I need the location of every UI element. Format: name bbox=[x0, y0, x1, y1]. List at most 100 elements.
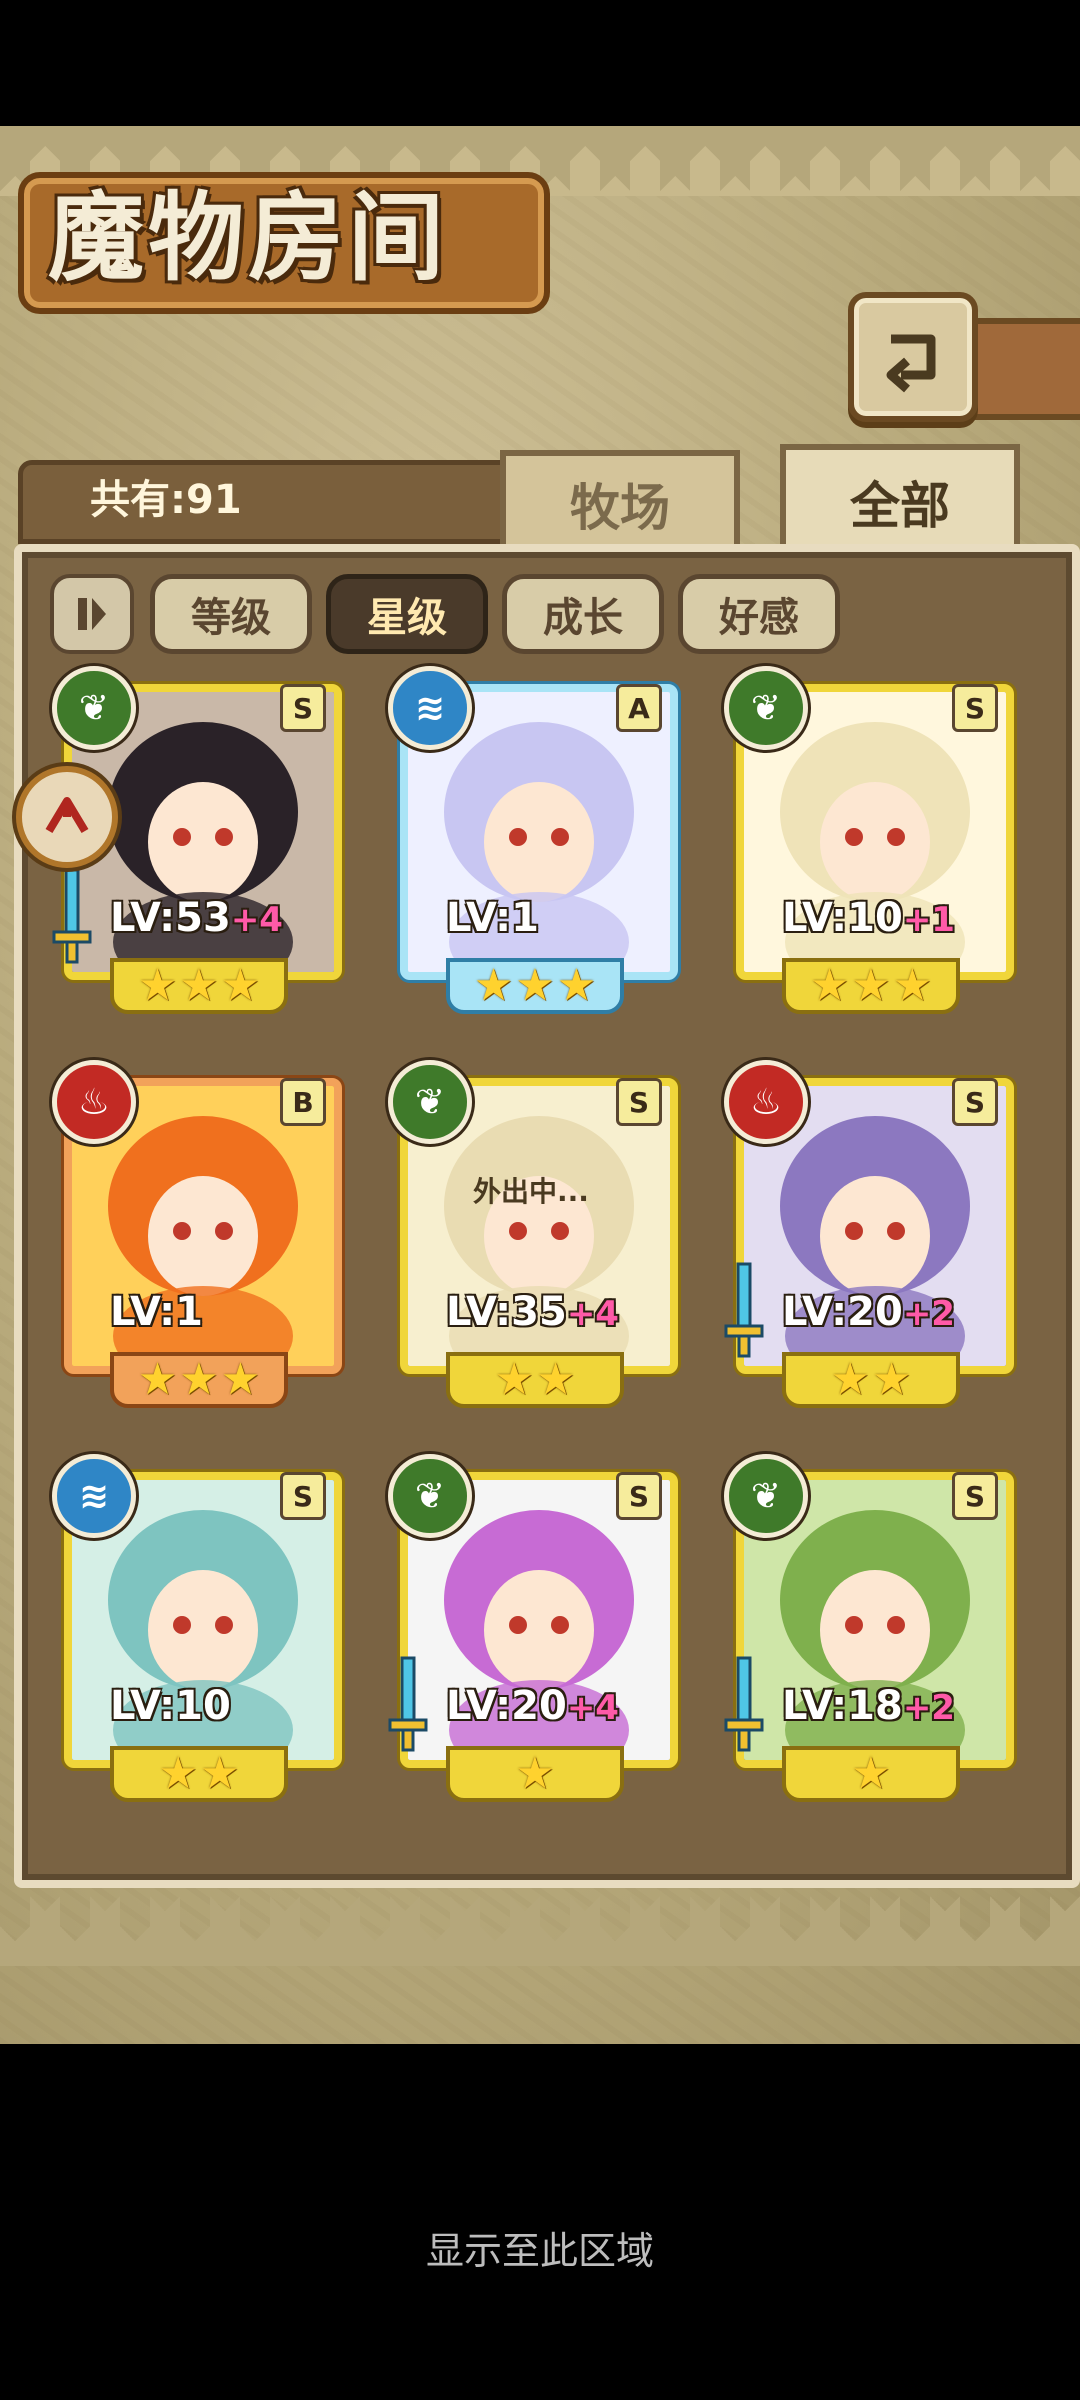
level-value: LV:10 bbox=[782, 895, 903, 941]
level-value: LV:1 bbox=[110, 1289, 203, 1335]
level-bonus: +4 bbox=[566, 1294, 619, 1334]
level-label: LV:53+4 bbox=[110, 892, 283, 944]
level-label: LV:10+1 bbox=[782, 892, 955, 944]
level-value: LV:10 bbox=[110, 1683, 231, 1729]
star-icon: ★ bbox=[851, 1748, 891, 1799]
star-icon: ★ bbox=[872, 1354, 912, 1405]
star-icon: ★ bbox=[158, 1748, 198, 1799]
star-icon: ★ bbox=[830, 1354, 870, 1405]
level-label: LV:18+2 bbox=[782, 1680, 955, 1732]
star-icon: ★ bbox=[494, 1354, 534, 1405]
level-bonus: +4 bbox=[230, 900, 283, 940]
back-return-icon bbox=[886, 334, 936, 393]
level-value: LV:1 bbox=[446, 895, 539, 941]
star-icon: ★ bbox=[515, 1748, 555, 1799]
filter-affection-button[interactable]: 好感 bbox=[678, 574, 840, 654]
star-icon: ★ bbox=[179, 1354, 219, 1405]
level-label: LV:1 bbox=[110, 1286, 203, 1338]
star-icon: ★ bbox=[220, 960, 261, 1011]
star-rating: ★ ★ bbox=[446, 1352, 624, 1408]
level-label: LV:20+2 bbox=[782, 1286, 955, 1338]
back-button[interactable] bbox=[848, 292, 978, 422]
filter-growth-button[interactable]: 成长 bbox=[502, 574, 664, 654]
star-icon: ★ bbox=[137, 1354, 178, 1405]
level-label: LV:35+4 bbox=[446, 1286, 619, 1338]
level-label: LV:20+4 bbox=[446, 1680, 619, 1732]
star-rating: ★ bbox=[782, 1746, 960, 1802]
level-label: LV:1 bbox=[446, 892, 539, 944]
rank-badge: S bbox=[952, 1472, 998, 1520]
star-rating: ★ bbox=[446, 1746, 624, 1802]
star-rating: ★ ★ bbox=[782, 1352, 960, 1408]
tab-all[interactable]: 全部 bbox=[780, 444, 1020, 554]
level-bonus: +1 bbox=[902, 900, 955, 940]
star-icon: ★ bbox=[536, 1354, 576, 1405]
level-value: LV:20 bbox=[782, 1289, 903, 1335]
hook-badge-icon bbox=[45, 797, 89, 834]
star-icon: ★ bbox=[137, 960, 178, 1011]
leaf-element-icon: ❦ bbox=[52, 666, 136, 750]
away-status-label: 外出中... bbox=[473, 1175, 589, 1208]
star-icon: ★ bbox=[809, 960, 850, 1011]
star-rating: ★ ★ ★ bbox=[110, 1352, 288, 1408]
pause-toggle-button[interactable] bbox=[50, 574, 134, 654]
level-label: LV:10 bbox=[110, 1680, 231, 1732]
sword-icon bbox=[724, 1262, 764, 1358]
level-bonus: +4 bbox=[566, 1688, 619, 1728]
rank-badge: S bbox=[280, 1472, 326, 1520]
tab-ranch[interactable]: 牧场 bbox=[500, 450, 740, 552]
star-icon: ★ bbox=[515, 960, 555, 1011]
fire-element-icon: ♨ bbox=[52, 1060, 136, 1144]
leaf-element-icon: ❦ bbox=[724, 666, 808, 750]
monster-count: 共有:91 bbox=[90, 477, 242, 523]
level-value: LV:35 bbox=[446, 1289, 567, 1335]
sword-icon bbox=[724, 1656, 764, 1752]
star-rating: ★ ★ ★ bbox=[782, 958, 960, 1014]
torn-paper-bottom bbox=[0, 1886, 1080, 1966]
monster-card[interactable]: ≋ S LV:10 ★ ★ bbox=[50, 1454, 342, 1802]
monster-card[interactable]: ♨ B LV:1 ★ ★ ★ bbox=[50, 1060, 342, 1408]
display-area-hint: 显示至此区域 bbox=[425, 2229, 654, 2273]
monster-card[interactable]: ≋ A LV:1 ★ ★ ★ bbox=[386, 666, 678, 1014]
star-icon: ★ bbox=[200, 1748, 240, 1799]
level-bonus: +2 bbox=[902, 1294, 955, 1334]
star-icon: ★ bbox=[892, 960, 933, 1011]
filter-star-button[interactable]: 星级 bbox=[326, 574, 488, 654]
star-icon: ★ bbox=[179, 960, 219, 1011]
monster-card[interactable]: ♨ S LV:20+2 ★ ★ bbox=[722, 1060, 1014, 1408]
fire-element-icon: ♨ bbox=[724, 1060, 808, 1144]
star-icon: ★ bbox=[556, 960, 597, 1011]
rank-badge: S bbox=[280, 684, 326, 732]
rank-badge: S bbox=[616, 1078, 662, 1126]
star-icon: ★ bbox=[473, 960, 514, 1011]
rank-badge: S bbox=[616, 1472, 662, 1520]
hook-badge-button[interactable] bbox=[16, 766, 118, 868]
sword-icon bbox=[388, 1656, 428, 1752]
leaf-element-icon: ❦ bbox=[724, 1454, 808, 1538]
level-value: LV:20 bbox=[446, 1683, 567, 1729]
star-rating: ★ ★ bbox=[110, 1746, 288, 1802]
back-bar bbox=[966, 318, 1080, 420]
monster-card[interactable]: 外出中... ❦ S LV:35+4 ★ ★ bbox=[386, 1060, 678, 1408]
pause-icon bbox=[78, 598, 106, 630]
star-rating: ★ ★ ★ bbox=[446, 958, 624, 1014]
filter-level-button[interactable]: 等级 bbox=[150, 574, 312, 654]
star-icon: ★ bbox=[220, 1354, 261, 1405]
rank-badge: B bbox=[280, 1078, 326, 1126]
level-value: LV:18 bbox=[782, 1683, 903, 1729]
rank-badge: S bbox=[952, 1078, 998, 1126]
water-element-icon: ≋ bbox=[388, 666, 472, 750]
rank-badge: A bbox=[616, 684, 662, 732]
monster-card[interactable]: ❦ S LV:10+1 ★ ★ ★ bbox=[722, 666, 1014, 1014]
monster-card[interactable]: ❦ S LV:20+4 ★ bbox=[386, 1454, 678, 1802]
level-bonus: +2 bbox=[902, 1688, 955, 1728]
star-icon: ★ bbox=[851, 960, 891, 1011]
star-rating: ★ ★ ★ bbox=[110, 958, 288, 1014]
sword-icon bbox=[52, 868, 92, 964]
leaf-element-icon: ❦ bbox=[388, 1060, 472, 1144]
water-element-icon: ≋ bbox=[52, 1454, 136, 1538]
page-title: 魔物房间 bbox=[48, 181, 448, 294]
rank-badge: S bbox=[952, 684, 998, 732]
monster-card[interactable]: ❦ S LV:18+2 ★ bbox=[722, 1454, 1014, 1802]
level-value: LV:53 bbox=[110, 895, 231, 941]
